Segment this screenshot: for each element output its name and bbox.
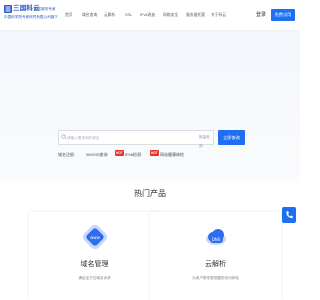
section-title: 热门产品 xyxy=(134,189,166,198)
quick-link-whois[interactable]: WHOIS查询 xyxy=(86,151,108,159)
nav-item-hosting[interactable]: 服务器托管 xyxy=(186,11,205,19)
quick-link-site-check[interactable]: 网站健康体检 xyxy=(160,151,184,159)
hot-badge: HOT xyxy=(115,150,124,156)
logo-icon xyxy=(4,5,12,13)
search-box: 批量查询 xyxy=(58,130,214,148)
cloud-dns-icon: DNS xyxy=(206,229,226,245)
nav-item-about[interactable]: 关于科云 xyxy=(211,11,226,19)
card-title: 域名管理 xyxy=(80,261,109,268)
logo-slogan: 域名服务专家 xyxy=(34,7,56,11)
register-button[interactable]: 免费试用 xyxy=(271,9,295,21)
nav-item-ipv6[interactable]: IPv6改造 xyxy=(140,11,155,19)
logo[interactable]: 三国科云 域名服务专家 中国科学院专家研究有限公司旗下 xyxy=(4,5,60,25)
header: 三国科云 域名服务专家 中国科学院专家研究有限公司旗下 首页 域名查询 云解析 … xyxy=(0,0,300,31)
svg-text:www: www xyxy=(90,235,101,240)
login-link[interactable]: 登录 xyxy=(256,10,266,20)
nav-item-home[interactable]: 首页 xyxy=(65,11,73,19)
nav-item-domain[interactable]: 域名查询 xyxy=(82,11,97,19)
product-card-cloud-dns[interactable]: DNS 云解析 为用户带来更快捷的访问体验 xyxy=(150,212,281,300)
hero-banner xyxy=(0,31,300,183)
search-button[interactable]: 立即查询 xyxy=(218,130,245,145)
nav-item-dns[interactable]: 云解析 xyxy=(104,11,115,19)
nav-item-security[interactable]: 网络安全 xyxy=(163,11,178,19)
hot-badge: HOT xyxy=(150,150,159,156)
logo-company: 中国科学院专家研究有限公司旗下 xyxy=(4,15,58,19)
quick-link-domain-register[interactable]: 域名注册 xyxy=(58,151,74,159)
nav-item-ssl[interactable]: SSL xyxy=(125,11,132,19)
card-description: 满足全方位域名诉求 xyxy=(78,276,111,280)
quick-link-ipv6[interactable]: IPv6检测 xyxy=(125,151,141,159)
contact-float-button[interactable] xyxy=(282,207,296,223)
card-title: 云解析 xyxy=(205,261,226,268)
batch-query-link[interactable]: 批量查询 xyxy=(199,133,213,151)
svg-text:DNS: DNS xyxy=(212,237,221,242)
search-input[interactable] xyxy=(67,133,179,142)
phone-icon xyxy=(286,211,293,219)
product-card-domain[interactable]: www 域名管理 满足全方位域名诉求 xyxy=(29,212,160,300)
domain-management-icon: www xyxy=(82,224,108,250)
card-description: 为用户带来更快捷的访问体验 xyxy=(192,276,239,280)
